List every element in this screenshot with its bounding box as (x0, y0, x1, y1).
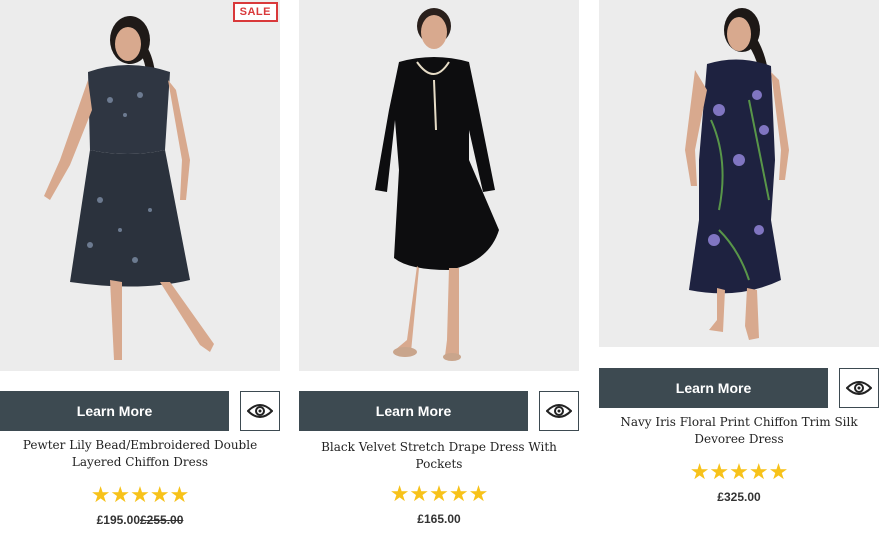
sale-price: £195.00 (96, 513, 140, 527)
learn-more-button[interactable]: Learn More (0, 391, 229, 431)
learn-more-button[interactable]: Learn More (599, 368, 828, 408)
price: £195.00£255.00 (0, 513, 280, 527)
card-actions: Learn More (599, 368, 879, 408)
product-photo-illustration (599, 0, 879, 347)
original-price: £255.00 (140, 513, 184, 527)
product-title[interactable]: Black Velvet Stretch Drape Dress With Po… (299, 439, 579, 473)
quick-view-button[interactable] (240, 391, 280, 431)
product-image[interactable] (299, 0, 579, 371)
eye-icon (247, 404, 273, 418)
eye-icon (546, 404, 572, 418)
eye-icon (846, 381, 872, 395)
product-photo-illustration (299, 0, 579, 371)
product-title[interactable]: Navy Iris Floral Print Chiffon Trim Silk… (599, 414, 879, 448)
current-price: £325.00 (717, 490, 761, 504)
product-card: SALE Learn More Pewter Lily Bead/Embroid… (0, 0, 280, 527)
product-card: Learn More Navy Iris Floral Print Chiffo… (599, 0, 879, 504)
product-image[interactable]: SALE (0, 0, 280, 371)
product-photo-illustration (0, 0, 280, 371)
price: £165.00 (299, 512, 579, 526)
product-image[interactable] (599, 0, 879, 347)
current-price: £165.00 (417, 512, 461, 526)
quick-view-button[interactable] (839, 368, 879, 408)
sale-badge: SALE (232, 2, 278, 22)
price: £325.00 (599, 490, 879, 504)
card-actions: Learn More (299, 391, 579, 431)
rating-stars: ★★★★★ (90, 482, 190, 507)
learn-more-button[interactable]: Learn More (299, 391, 528, 431)
rating-stars: ★★★★★ (689, 459, 789, 484)
quick-view-button[interactable] (539, 391, 579, 431)
product-card: Learn More Black Velvet Stretch Drape Dr… (299, 0, 579, 526)
product-title[interactable]: Pewter Lily Bead/Embroidered Double Laye… (0, 437, 280, 471)
card-actions: Learn More (0, 391, 280, 431)
rating-stars: ★★★★★ (389, 481, 489, 506)
